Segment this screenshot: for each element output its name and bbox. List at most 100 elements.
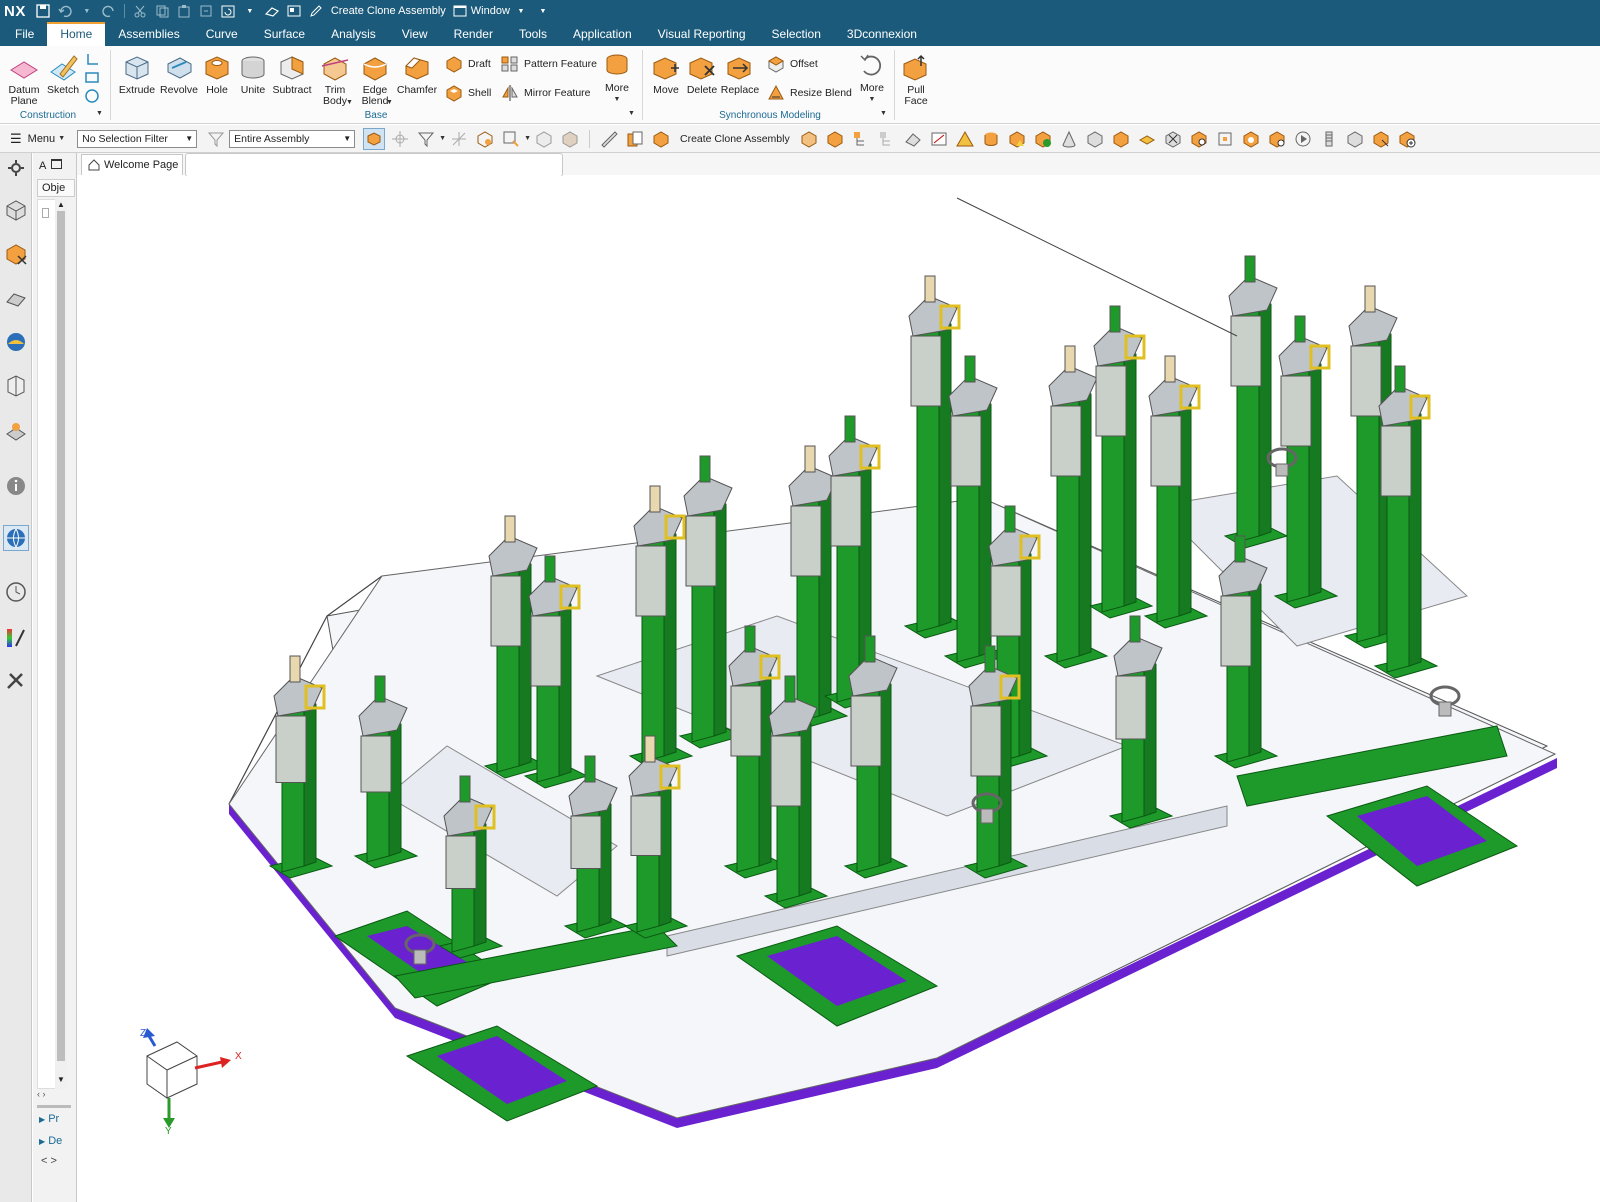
subtract-button[interactable]: Subtract	[270, 52, 314, 96]
edge-blend-button[interactable]: Edge Blend ▼	[356, 52, 394, 107]
trim-body-button[interactable]: Trim Body ▼	[316, 52, 354, 107]
menu-dropdown-icon[interactable]: ▼	[58, 135, 65, 142]
touch-mode-icon[interactable]	[264, 3, 280, 19]
cone-icon[interactable]	[1058, 128, 1080, 150]
tab-render[interactable]: Render	[441, 22, 506, 46]
web-browser-icon[interactable]	[3, 525, 29, 551]
pattern-feature-button[interactable]: Pattern Feature	[500, 54, 597, 74]
shell-button[interactable]: Shell	[444, 83, 491, 103]
tools-icon[interactable]	[3, 667, 29, 693]
replace-face-button[interactable]: Replace	[720, 52, 760, 96]
paste-icon[interactable]	[176, 3, 192, 19]
hd3d-tools-icon[interactable]	[3, 373, 29, 399]
line-icon[interactable]	[84, 52, 102, 70]
create-clone-assembly-quick-button[interactable]: Create Clone Assembly	[331, 5, 446, 17]
fastener-icon[interactable]	[1162, 128, 1184, 150]
constraint-navigator-icon[interactable]	[3, 285, 29, 311]
assembly-link-icon[interactable]	[1370, 128, 1392, 150]
filter-options-icon[interactable]	[415, 128, 437, 150]
construction-expand-icon[interactable]: ▼	[96, 110, 103, 117]
update-icon[interactable]	[220, 3, 236, 19]
rectangle-icon[interactable]	[84, 70, 102, 88]
selection-scope-dropdown[interactable]: Entire Assembly ▼	[229, 129, 356, 148]
redo-icon[interactable]	[101, 3, 117, 19]
unite-button[interactable]: Unite	[236, 52, 270, 96]
measure-icon[interactable]	[598, 128, 620, 150]
revolve-button[interactable]: Revolve	[158, 52, 200, 96]
tab-home[interactable]: Home	[47, 22, 106, 46]
menu-hamburger-icon[interactable]: ☰	[10, 131, 22, 147]
snap-point-icon[interactable]	[389, 128, 411, 150]
tab-file[interactable]: File	[2, 22, 47, 46]
clone-wizard-icon[interactable]	[650, 128, 672, 150]
hole-button[interactable]: Hole	[200, 52, 234, 96]
delete-face-button[interactable]: Delete	[684, 52, 720, 96]
tab-surface[interactable]: Surface	[251, 22, 318, 46]
navigator-scrollbar[interactable]: ▲ ▼	[55, 199, 67, 1089]
select-body-icon[interactable]	[363, 127, 386, 150]
extrude-button[interactable]: Extrude	[116, 52, 158, 96]
add-component-icon[interactable]	[1396, 128, 1418, 150]
tab-curve[interactable]: Curve	[193, 22, 251, 46]
block-step-icon[interactable]	[1110, 128, 1132, 150]
reuse-library-icon[interactable]	[3, 329, 29, 355]
sync-expand-icon[interactable]: ▼	[880, 110, 887, 117]
graphics-viewport[interactable]: X Y Z	[77, 176, 1600, 1172]
navigator-column-header[interactable]: Obje	[37, 179, 75, 197]
show-faces-icon[interactable]	[559, 128, 581, 150]
tool-b-icon[interactable]	[824, 128, 846, 150]
tab-3dconnexion[interactable]: 3Dconnexion	[834, 22, 930, 46]
select-component-icon[interactable]	[474, 128, 496, 150]
plate-icon[interactable]	[1136, 128, 1158, 150]
assembly-tree-grey-icon[interactable]	[876, 128, 898, 150]
type-filter-dropdown[interactable]: No Selection Filter ▼	[77, 129, 198, 148]
sync-more-button[interactable]: More ▼	[856, 50, 888, 105]
maximize-icon[interactable]	[51, 159, 62, 169]
part-navigator-icon[interactable]	[3, 197, 29, 223]
menu-button[interactable]: Menu	[28, 133, 56, 145]
scroll-up-icon[interactable]: ▲	[57, 200, 65, 209]
palette-icon[interactable]	[3, 625, 29, 651]
tree-expander[interactable]	[42, 208, 49, 218]
window-layout-icon[interactable]	[286, 3, 302, 19]
assembly-navigator-icon[interactable]	[3, 241, 29, 267]
customize-quick-access-icon[interactable]: ▼	[535, 3, 551, 19]
pin-part-icon[interactable]	[1188, 128, 1210, 150]
rectangle-select-icon[interactable]	[500, 128, 522, 150]
tool-a-icon[interactable]	[798, 128, 820, 150]
tab-tools[interactable]: Tools	[506, 22, 560, 46]
snap-settings-icon[interactable]	[448, 128, 470, 150]
create-clone-assembly-button[interactable]: Create Clone Assembly	[680, 133, 790, 145]
sketch-button[interactable]: Sketch	[46, 52, 80, 96]
add-green-part-icon[interactable]	[1032, 128, 1054, 150]
window-menu-button[interactable]: Window	[471, 5, 510, 17]
info-icon[interactable]	[3, 473, 29, 499]
window-dropdown-icon[interactable]: ▼	[513, 3, 529, 19]
resize-blend-button[interactable]: Resize Blend	[766, 83, 852, 103]
tab-selection[interactable]: Selection	[759, 22, 834, 46]
tab-analysis[interactable]: Analysis	[318, 22, 389, 46]
tab-application[interactable]: Application	[560, 22, 645, 46]
tab-view[interactable]: View	[389, 22, 441, 46]
machining-icon[interactable]	[3, 417, 29, 443]
mirror-feature-button[interactable]: Mirror Feature	[500, 83, 591, 103]
save-icon[interactable]	[35, 3, 51, 19]
bottom-scroll[interactable]: < >	[41, 1155, 57, 1167]
clone-parts-icon[interactable]	[624, 128, 646, 150]
assembly-tree-icon[interactable]	[850, 128, 872, 150]
move-face-button[interactable]: Move	[648, 52, 684, 96]
undo-icon[interactable]	[57, 3, 73, 19]
trim-body-dropdown-icon[interactable]: ▼	[346, 97, 353, 108]
spring-icon[interactable]	[1318, 128, 1340, 150]
multi-part-icon[interactable]	[1240, 128, 1262, 150]
show-hidden-icon[interactable]	[533, 128, 555, 150]
draft-button[interactable]: Draft	[444, 54, 491, 74]
undo-list-icon[interactable]: ▼	[79, 3, 95, 19]
cut-icon[interactable]	[132, 3, 148, 19]
circle-icon[interactable]	[84, 88, 102, 106]
update-list-icon[interactable]: ▼	[242, 3, 258, 19]
base-more-button[interactable]: More ▼	[602, 50, 632, 105]
horizontal-scroll[interactable]: ‹ ›	[37, 1089, 67, 1103]
tab-search-area[interactable]	[185, 153, 563, 177]
orientation-triad[interactable]	[143, 1028, 231, 1128]
